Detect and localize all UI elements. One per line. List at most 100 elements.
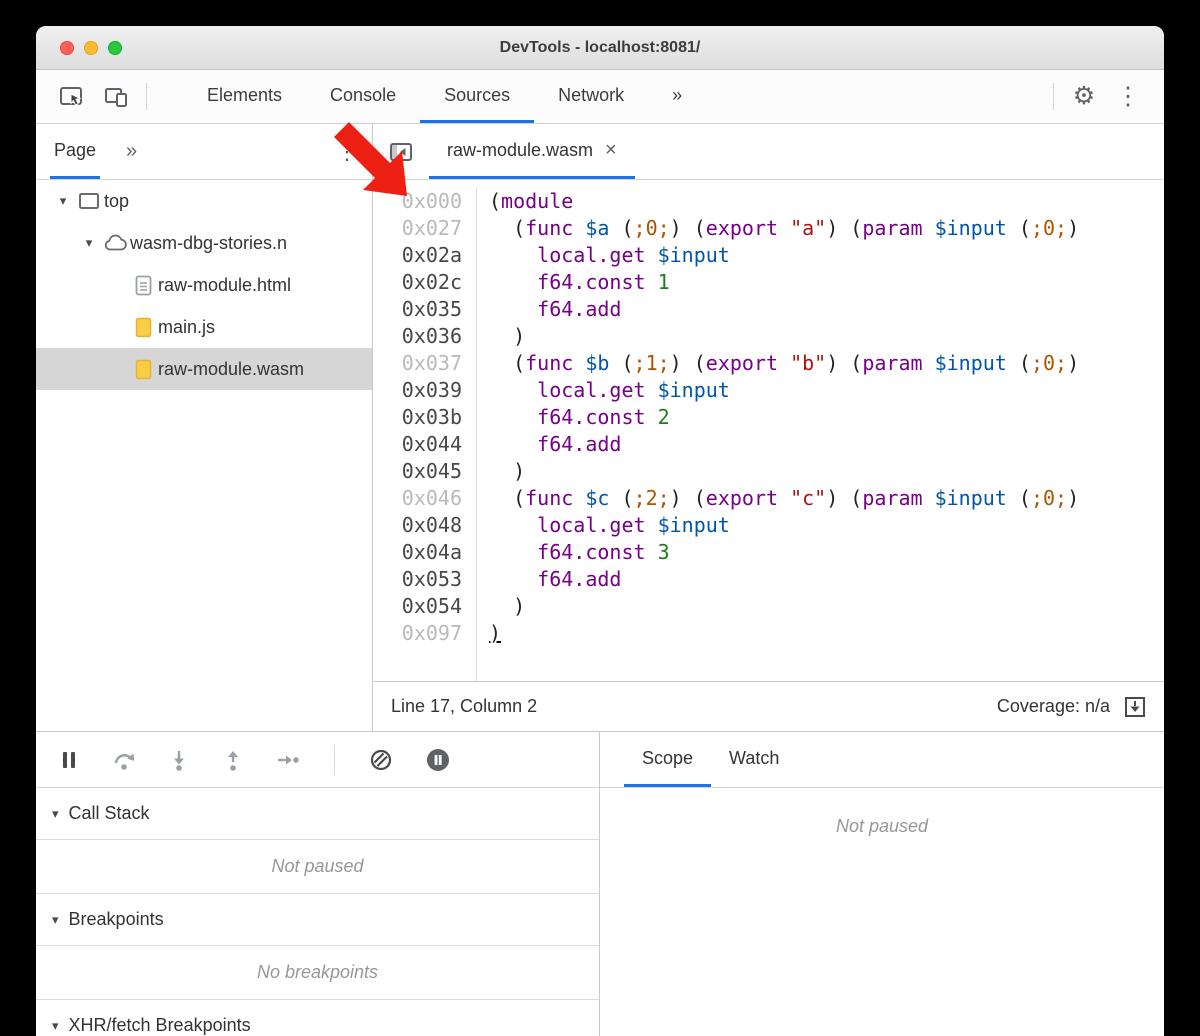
byte-offset[interactable]: 0x04a	[373, 539, 462, 566]
tab-page[interactable]: Page	[50, 124, 100, 179]
tab-watch[interactable]: Watch	[711, 732, 797, 787]
code-line[interactable]: local.get $input	[489, 242, 1164, 269]
tab-scope[interactable]: Scope	[624, 732, 711, 787]
step-out-icon[interactable]	[222, 749, 244, 771]
deactivate-breakpoints-icon[interactable]	[369, 748, 393, 772]
tree-item-raw-module-wasm[interactable]: raw-module.wasm	[36, 348, 372, 390]
file-icon	[135, 275, 152, 296]
tree-item-wasm-dbg-stories-n[interactable]: ▾wasm-dbg-stories.n	[36, 222, 372, 264]
call-stack-section-header[interactable]: ▾ Call Stack	[36, 788, 599, 840]
call-stack-empty-message: Not paused	[36, 840, 599, 894]
more-tabs-chevron[interactable]: »	[648, 70, 706, 123]
code-line[interactable]: f64.add	[489, 566, 1164, 593]
zoom-window-button[interactable]	[108, 41, 122, 55]
code-line[interactable]: (func $b (;1;) (export "b") (param $inpu…	[489, 350, 1164, 377]
pause-on-exceptions-icon[interactable]	[425, 747, 451, 773]
breakpoints-section-header[interactable]: ▾ Breakpoints	[36, 894, 599, 946]
three-dot-menu-icon: ⋮	[1116, 84, 1141, 109]
editor-tab-raw-module-wasm[interactable]: raw-module.wasm ×	[429, 124, 635, 179]
code-line[interactable]: )	[489, 593, 1164, 620]
toolbar-separator	[1053, 83, 1054, 110]
minimize-window-button[interactable]	[84, 41, 98, 55]
devtools-main-toolbar: Elements Console Sources Network » ⚙ ⋮	[36, 70, 1164, 124]
byte-offset[interactable]: 0x03b	[373, 404, 462, 431]
tree-item-label: raw-module.html	[158, 275, 291, 296]
editor-tabbar: raw-module.wasm ×	[373, 124, 1164, 180]
scope-pane: Scope Watch Not paused	[600, 732, 1164, 1036]
inspect-element-button[interactable]	[50, 70, 94, 123]
code-line[interactable]: (func $c (;2;) (export "c") (param $inpu…	[489, 485, 1164, 512]
inspect-icon	[59, 85, 85, 109]
window-titlebar[interactable]: DevTools - localhost:8081/	[36, 26, 1164, 70]
tab-elements[interactable]: Elements	[183, 70, 306, 123]
code-line[interactable]: (module	[489, 188, 1164, 215]
tab-network[interactable]: Network	[534, 70, 648, 123]
chevron-down-icon[interactable]: ▾	[52, 193, 74, 209]
byte-offset[interactable]: 0x045	[373, 458, 462, 485]
code-area[interactable]: (module (func $a (;0;) (export "a") (par…	[477, 188, 1164, 681]
gear-icon: ⚙	[1073, 84, 1095, 109]
byte-offset[interactable]: 0x054	[373, 593, 462, 620]
code-line[interactable]: f64.add	[489, 296, 1164, 323]
close-window-button[interactable]	[60, 41, 74, 55]
code-line[interactable]: (func $a (;0;) (export "a") (param $inpu…	[489, 215, 1164, 242]
code-line[interactable]: )	[489, 620, 1164, 647]
editor-tab-label: raw-module.wasm	[447, 140, 593, 161]
cloud-icon	[103, 234, 127, 252]
step-icon[interactable]	[276, 749, 300, 771]
step-into-icon[interactable]	[168, 749, 190, 771]
byte-offset[interactable]: 0x097	[373, 620, 462, 647]
tree-item-main-js[interactable]: main.js	[36, 306, 372, 348]
byte-offset[interactable]: 0x027	[373, 215, 462, 242]
close-tab-icon[interactable]: ×	[605, 139, 617, 162]
code-line[interactable]: f64.const 3	[489, 539, 1164, 566]
pause-script-icon[interactable]	[58, 749, 80, 771]
chevron-down-icon: ▾	[52, 912, 59, 928]
byte-offset[interactable]: 0x053	[373, 566, 462, 593]
byte-offset-gutter[interactable]: 0x0000x0270x02a0x02c0x0350x0360x0370x039…	[373, 188, 477, 681]
device-toolbar-button[interactable]	[94, 70, 138, 123]
chevron-down-icon: ▾	[52, 806, 59, 822]
step-over-icon[interactable]	[112, 749, 136, 771]
code-line[interactable]: local.get $input	[489, 512, 1164, 539]
byte-offset[interactable]: 0x046	[373, 485, 462, 512]
navigator-menu-icon[interactable]: ⋮	[336, 124, 358, 179]
byte-offset[interactable]: 0x02a	[373, 242, 462, 269]
file-yellow-icon	[135, 359, 152, 380]
debug-sidebar: ▾ Call Stack Not paused ▾ Breakpoints No…	[36, 732, 600, 1036]
chevron-down-icon: ▾	[52, 1018, 59, 1034]
settings-button[interactable]: ⚙	[1062, 70, 1106, 123]
code-line[interactable]: )	[489, 458, 1164, 485]
byte-offset[interactable]: 0x035	[373, 296, 462, 323]
byte-offset[interactable]: 0x037	[373, 350, 462, 377]
byte-offset[interactable]: 0x044	[373, 431, 462, 458]
chevron-down-icon[interactable]: ▾	[78, 235, 100, 251]
tab-sources[interactable]: Sources	[420, 70, 534, 123]
toolbar-right-group: ⚙ ⋮	[1045, 70, 1164, 123]
panel-tabs: Elements Console Sources Network »	[183, 70, 706, 123]
byte-offset[interactable]: 0x036	[373, 323, 462, 350]
device-toolbar-icon	[104, 86, 128, 108]
byte-offset[interactable]: 0x048	[373, 512, 462, 539]
byte-offset[interactable]: 0x02c	[373, 269, 462, 296]
byte-offset[interactable]: 0x000	[373, 188, 462, 215]
traffic-lights	[60, 41, 122, 55]
window-title: DevTools - localhost:8081/	[500, 39, 701, 57]
debugger-area: ▾ Call Stack Not paused ▾ Breakpoints No…	[36, 731, 1164, 1036]
navigator-tabbar: Page » ⋮	[36, 124, 372, 180]
code-line[interactable]: f64.const 1	[489, 269, 1164, 296]
toggle-navigator-button[interactable]	[373, 124, 429, 179]
tree-item-raw-module-html[interactable]: raw-module.html	[36, 264, 372, 306]
coverage-toggle-icon[interactable]	[1124, 696, 1146, 718]
tree-item-top[interactable]: ▾top	[36, 180, 372, 222]
main-menu-button[interactable]: ⋮	[1106, 70, 1150, 123]
code-line[interactable]: f64.add	[489, 431, 1164, 458]
code-line[interactable]: local.get $input	[489, 377, 1164, 404]
byte-offset[interactable]: 0x039	[373, 377, 462, 404]
tab-console[interactable]: Console	[306, 70, 420, 123]
code-line[interactable]: f64.const 2	[489, 404, 1164, 431]
xhr-breakpoints-section-header[interactable]: ▾ XHR/fetch Breakpoints	[36, 1000, 599, 1036]
code-line[interactable]: )	[489, 323, 1164, 350]
editor-status-bar: Line 17, Column 2 Coverage: n/a	[373, 681, 1164, 731]
navigator-more-tabs-chevron[interactable]: »	[126, 124, 137, 179]
